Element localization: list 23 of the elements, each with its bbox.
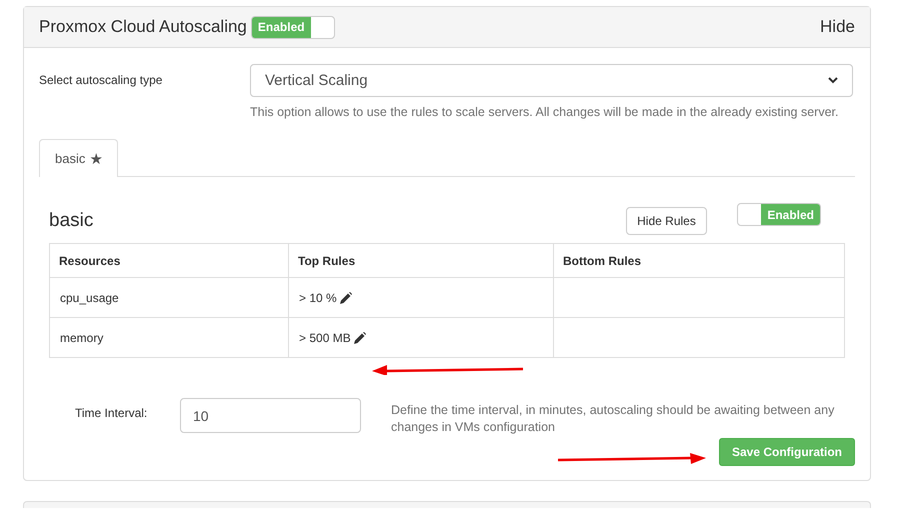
- table-cell: memory: [50, 318, 288, 358]
- rule-text: > 10 %: [299, 290, 337, 304]
- tab[interactable]: basic ★: [39, 139, 118, 177]
- field-label: Select autoscaling type: [39, 72, 164, 87]
- rule-set-title: basic: [49, 210, 94, 232]
- pencil-icon[interactable]: [354, 332, 366, 344]
- autoscaling-type-select[interactable]: Vertical Scaling: [250, 64, 853, 97]
- hide-rules-button[interactable]: Hide Rules: [626, 207, 707, 235]
- help-text: Define the time interval, in minutes, autoscaling should be awaiting between any changes in VMs configuration: [391, 402, 836, 436]
- time-interval-input[interactable]: 10: [180, 398, 361, 433]
- rule-text: > 500 MB: [299, 330, 351, 344]
- chevron-down-icon: [828, 77, 838, 84]
- column-header: Resources: [50, 244, 288, 278]
- pencil-icon[interactable]: [340, 292, 352, 304]
- column-header: Top Rules: [288, 244, 554, 278]
- panel-title: Proxmox Cloud Autoscaling: [39, 17, 247, 37]
- toggle-label: Enabled: [252, 16, 311, 38]
- help-text: This option allows to use the rules to scale servers. All changes will be made in the already existing server.: [250, 105, 840, 119]
- table-cell: cpu_usage: [50, 278, 288, 318]
- hide-link[interactable]: Hide: [820, 17, 855, 37]
- column-header: Bottom Rules: [554, 244, 844, 278]
- field-label: Time Interval:: [74, 405, 148, 420]
- toggle-label: Enabled: [761, 204, 820, 225]
